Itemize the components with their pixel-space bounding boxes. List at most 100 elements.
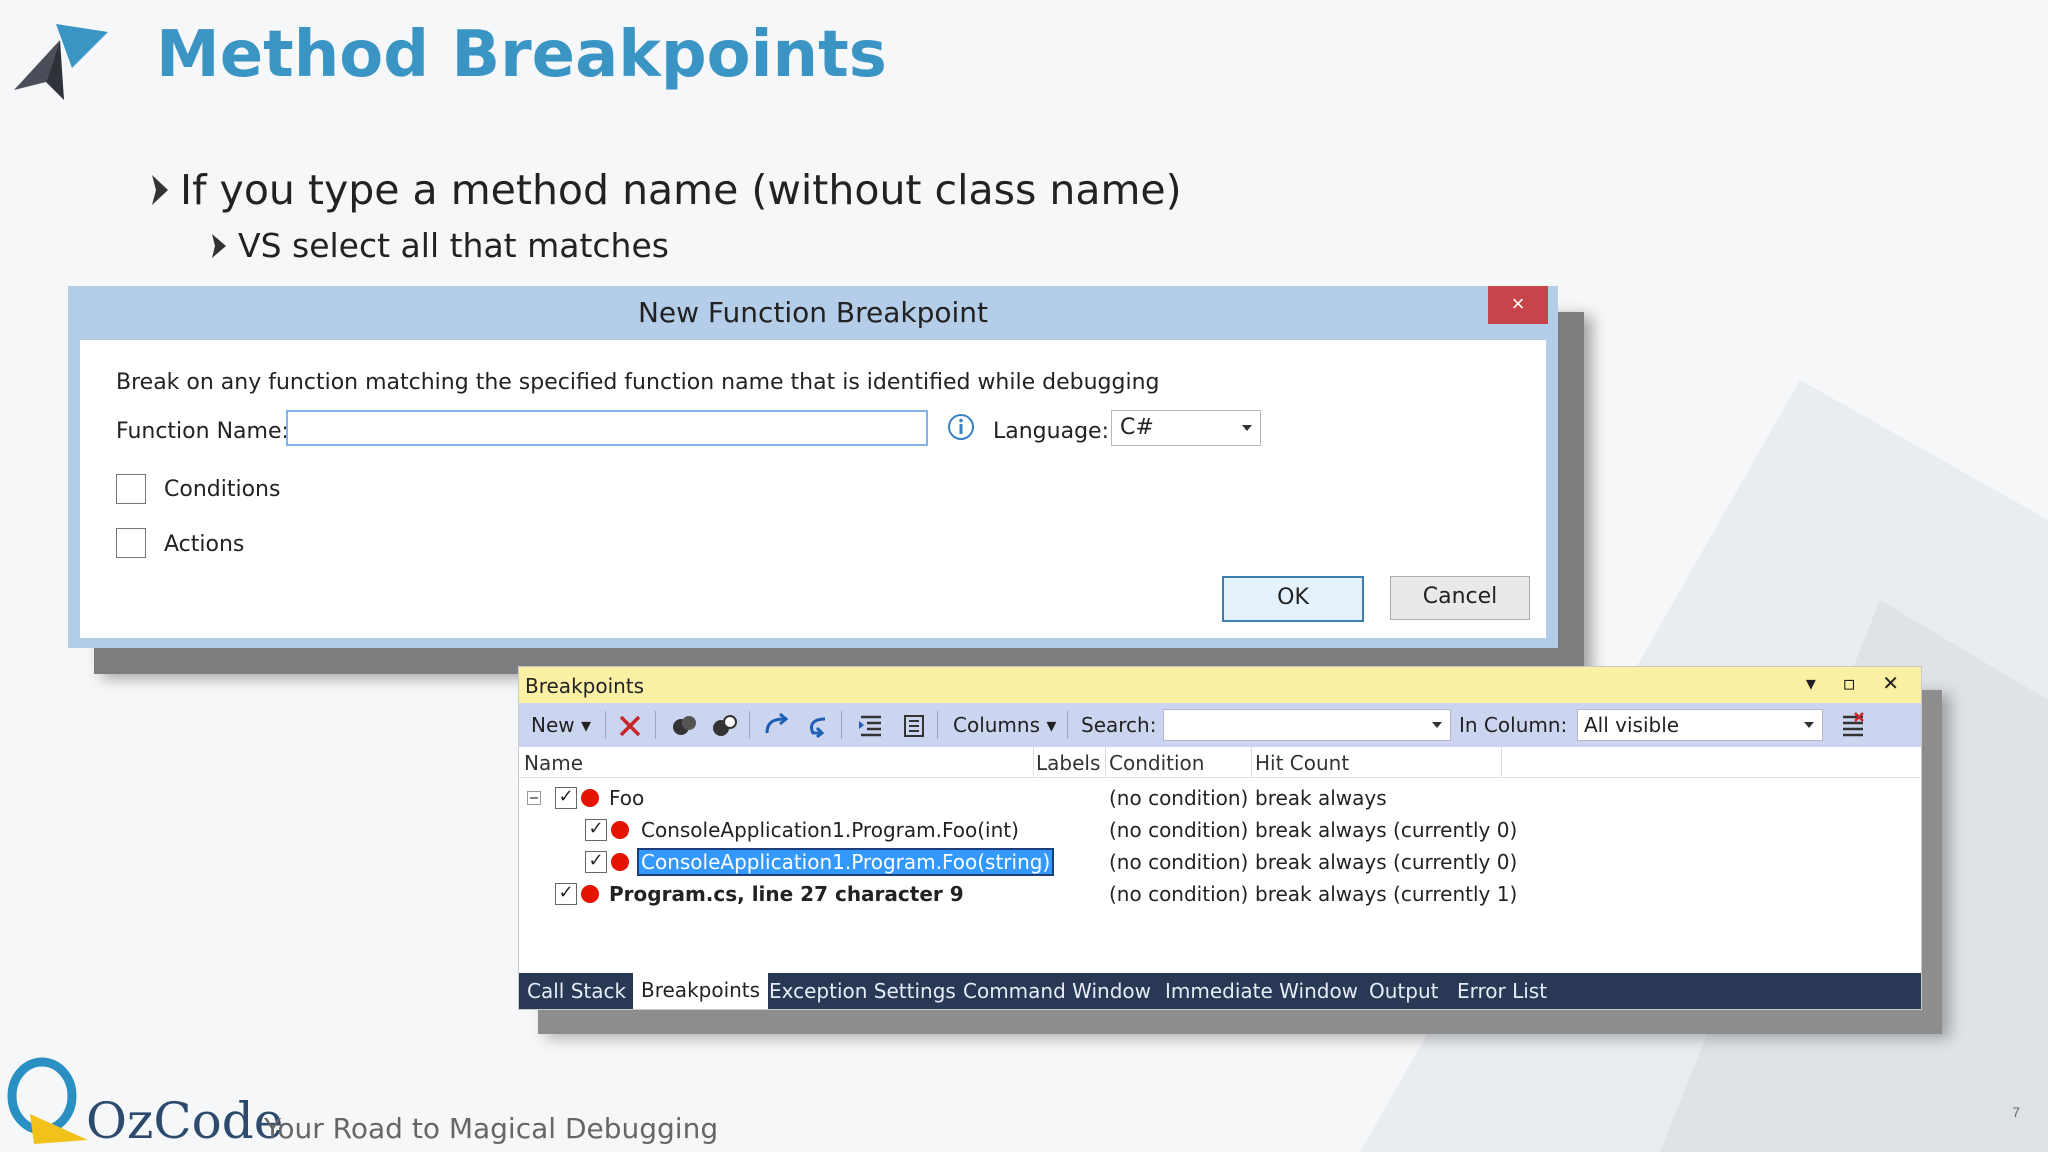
breakpoint-hit-count: break always (currently 1) [1255,882,1518,906]
dropdown-arrow-icon [1242,425,1252,431]
language-value: C# [1120,415,1154,440]
enabled-checkbox[interactable]: ✓ [555,787,577,809]
breakpoints-toolbar: New ▾ Columns ▾ Search: In Column: All v… [519,703,1921,747]
column-divider [1251,747,1252,777]
delete-all-icon[interactable] [671,713,699,739]
column-header-condition[interactable]: Condition [1109,751,1204,775]
tab-output[interactable]: Output [1369,979,1438,1003]
logo-bird-icon [14,24,108,100]
go-to-disassembly-icon[interactable] [899,713,927,739]
bullet-level1: If you type a method name (without class… [150,166,1182,214]
toolbar-separator [605,711,606,739]
column-headers: Name Labels Condition Hit Count [519,747,1921,778]
breakpoint-dot-icon [611,821,629,839]
delete-icon[interactable] [617,713,643,739]
tool-window-tabs: Call Stack Breakpoints Exception Setting… [519,973,1921,1009]
columns-dropdown-button[interactable]: Columns ▾ [953,713,1056,737]
ok-button[interactable]: OK [1222,576,1364,622]
breakpoint-name: ConsoleApplication1.Program.Foo(int) [641,818,1019,842]
bullet-level2: VS select all that matches [210,226,669,265]
in-column-label: In Column: [1459,713,1568,737]
column-header-hit-count[interactable]: Hit Count [1255,751,1349,775]
breakpoint-name: Foo [609,786,645,810]
enabled-checkbox[interactable]: ✓ [555,883,577,905]
footer-tagline: Your Road to Magical Debugging [264,1112,719,1145]
language-label: Language: [993,419,1109,444]
dialog-description: Break on any function matching the speci… [116,370,1160,395]
clear-search-icon[interactable] [1839,711,1867,739]
toolbar-separator [1067,711,1068,739]
conditions-label: Conditions [164,477,281,502]
cancel-button[interactable]: Cancel [1390,576,1530,620]
column-divider [1501,747,1502,777]
export-icon[interactable] [763,713,791,739]
breakpoint-row[interactable]: ✓ ConsoleApplication1.Program.Foo(int) (… [519,813,1921,845]
breakpoint-name: Program.cs, line 27 character 9 [609,882,964,906]
in-column-value: All visible [1584,713,1680,737]
breakpoint-hit-count: break always (currently 0) [1255,818,1518,842]
dropdown-arrow-icon [1432,722,1442,728]
tab-breakpoints[interactable]: Breakpoints [633,973,769,1009]
bullet-text: If you type a method name (without class… [180,166,1182,214]
conditions-checkbox[interactable] [116,474,146,504]
actions-label: Actions [164,532,245,557]
slide-title: Method Breakpoints [156,18,887,92]
breakpoints-title-bar: Breakpoints ▾ ▫ ✕ [519,667,1921,703]
import-icon[interactable] [803,713,831,739]
breakpoint-hit-count: break always [1255,786,1387,810]
breakpoint-condition: (no condition) [1109,850,1249,874]
window-controls[interactable]: ▾ ▫ ✕ [1806,671,1909,695]
search-input[interactable] [1163,709,1451,741]
dialog-body: Break on any function matching the speci… [80,340,1546,638]
toolbar-separator [841,711,842,739]
breakpoint-row-selected[interactable]: ✓ ConsoleApplication1.Program.Foo(string… [519,845,1921,877]
in-column-select[interactable]: All visible [1577,709,1823,741]
close-button[interactable]: × [1488,286,1548,324]
dialog-title: New Function Breakpoint [637,296,989,329]
breakpoint-condition: (no condition) [1109,818,1249,842]
tab-call-stack[interactable]: Call Stack [527,979,626,1003]
new-dropdown-button[interactable]: New ▾ [531,713,591,737]
tab-exception-settings[interactable]: Exception Settings [769,979,956,1003]
breakpoint-condition: (no condition) [1109,786,1249,810]
footer-brand: OzCode [86,1092,284,1150]
toggle-all-icon[interactable] [711,713,739,739]
ozcode-logo-icon [7,1057,88,1144]
language-select[interactable]: C# [1111,410,1261,446]
info-icon[interactable] [946,412,976,442]
breakpoint-dot-icon [581,789,599,807]
page-number: 7 [2012,1104,2020,1120]
go-to-source-icon[interactable] [857,713,885,739]
function-name-label: Function Name: [116,419,289,444]
breakpoint-dot-icon [581,885,599,903]
breakpoint-condition: (no condition) [1109,882,1249,906]
dropdown-arrow-icon [1804,722,1814,728]
breakpoint-dot-icon [611,853,629,871]
column-header-labels[interactable]: Labels [1036,751,1100,775]
bullet-text: VS select all that matches [238,226,669,265]
toolbar-separator [749,711,750,739]
breakpoint-row[interactable]: ✓ Foo (no condition) break always [519,781,1921,813]
chevron-right-icon [152,175,168,205]
actions-checkbox[interactable] [116,528,146,558]
function-name-input[interactable] [286,410,928,446]
column-divider [1033,747,1034,777]
tab-immediate-window[interactable]: Immediate Window [1165,979,1358,1003]
column-header-name[interactable]: Name [524,751,583,775]
tab-error-list[interactable]: Error List [1457,979,1547,1003]
breakpoints-window: Breakpoints ▾ ▫ ✕ New ▾ Columns ▾ Search… [518,666,1922,1010]
new-function-breakpoint-dialog: New Function Breakpoint × Break on any f… [68,286,1558,648]
enabled-checkbox[interactable]: ✓ [585,819,607,841]
enabled-checkbox[interactable]: ✓ [585,851,607,873]
collapse-icon[interactable] [527,791,541,805]
breakpoint-hit-count: break always (currently 0) [1255,850,1518,874]
columns-label: Columns [953,713,1041,737]
tab-command-window[interactable]: Command Window [963,979,1151,1003]
toolbar-separator [655,711,656,739]
column-divider [1105,747,1106,777]
search-label: Search: [1081,713,1157,737]
chevron-right-icon [212,233,226,258]
breakpoints-title: Breakpoints [525,674,645,698]
new-label: New [531,713,575,737]
breakpoint-row[interactable]: ✓ Program.cs, line 27 character 9 (no co… [519,877,1921,909]
